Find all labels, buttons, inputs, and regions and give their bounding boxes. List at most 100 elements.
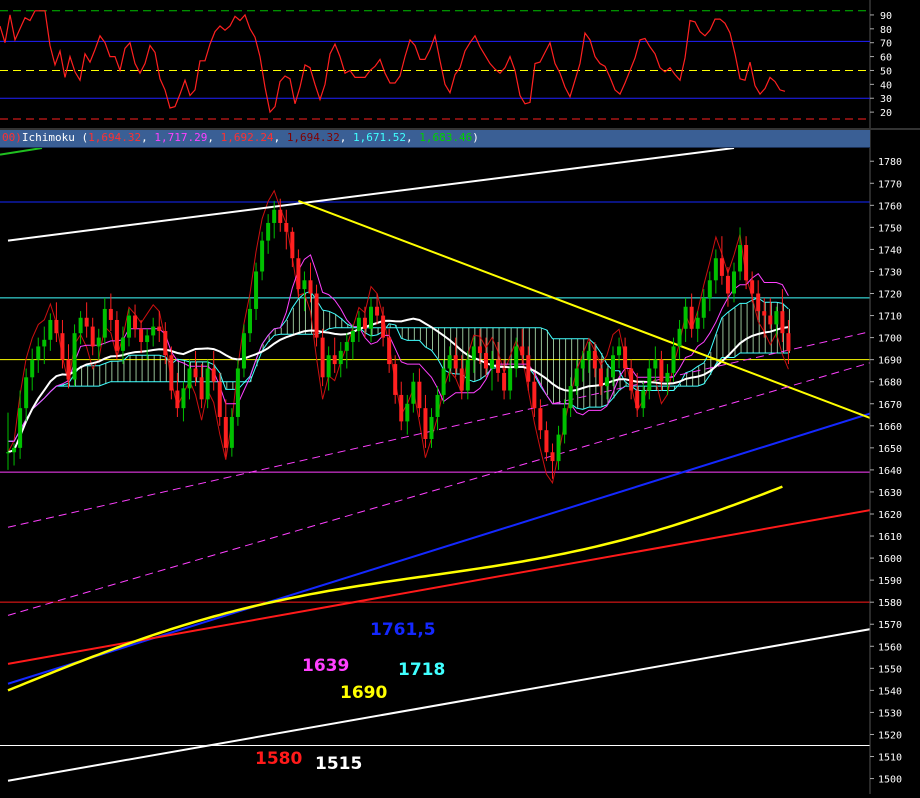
candle-body	[471, 346, 476, 360]
level-label: 1718	[398, 660, 445, 680]
candle-body	[774, 311, 779, 325]
candle-body	[496, 359, 501, 373]
oscillator-tick-label: 30	[880, 94, 892, 105]
candle-body	[284, 222, 289, 232]
price-tick-label: 1670	[878, 400, 902, 411]
trendline-blue	[7, 412, 870, 685]
candle-body	[338, 350, 343, 365]
level-label: 1515	[315, 754, 362, 774]
candle-body	[665, 372, 670, 382]
channel-magenta-lower	[7, 362, 870, 616]
price-tick-label: 1740	[878, 245, 902, 256]
header-value-6: 1,683.46	[419, 131, 473, 144]
ichimoku-span-b	[8, 327, 789, 442]
candle-body	[635, 390, 640, 409]
price-tick-label: 1770	[878, 179, 902, 190]
price-tick-label: 1530	[878, 708, 902, 719]
candle-body	[272, 209, 277, 223]
candle-body	[568, 386, 573, 409]
candle-body	[320, 337, 325, 378]
candle-body	[96, 337, 101, 347]
moving-average-white	[7, 317, 789, 454]
price-tick-label: 1730	[878, 267, 902, 278]
candle-body	[514, 346, 519, 369]
candle-body	[617, 346, 622, 356]
oscillator-series-line	[0, 10, 786, 114]
header-indicator-name: Ichimoku	[21, 131, 75, 144]
candle-body	[332, 355, 337, 365]
price-tick-label: 1630	[878, 488, 902, 499]
candle-body	[6, 452, 10, 454]
candle-body	[375, 306, 380, 316]
candle-body	[435, 394, 440, 417]
price-tick-label: 1700	[878, 334, 902, 345]
candle-body	[689, 306, 694, 329]
candle-body	[465, 359, 470, 391]
ichimoku-tenkan-line	[8, 254, 789, 442]
candle-body	[90, 326, 95, 347]
candle-body	[713, 258, 718, 281]
candle-body	[211, 368, 216, 382]
candle-body	[562, 408, 567, 435]
candle-body	[350, 330, 355, 343]
candle-body	[502, 372, 507, 391]
candle-body	[296, 258, 301, 290]
oscillator-tick-label: 80	[880, 25, 892, 36]
candle-body	[30, 359, 35, 378]
candle-body	[24, 377, 29, 409]
candle-body	[671, 346, 676, 373]
candle-body	[127, 315, 131, 338]
candle-body	[12, 447, 17, 453]
candle-body	[756, 293, 761, 312]
candle-body	[393, 364, 398, 395]
candle-body	[483, 353, 488, 369]
price-tick-label: 1560	[878, 642, 902, 653]
price-tick-label: 1620	[878, 510, 902, 521]
header-sep: ,	[273, 131, 287, 144]
candle-body	[108, 308, 113, 320]
candle-body	[441, 368, 446, 395]
header-value-1: 1,694.32	[88, 131, 142, 144]
header-sep: ,	[207, 131, 221, 144]
level-label: 1580	[255, 749, 302, 769]
level-label: 1761,5	[370, 620, 436, 640]
candle-body	[387, 337, 392, 365]
candle-body	[411, 381, 416, 404]
candle-body	[205, 368, 210, 400]
candle-body	[647, 368, 652, 391]
price-panel: 1780 1770 1760 1750 1740 1730 1720 1710 1700 1690…	[0, 130, 920, 794]
candle-body	[429, 416, 434, 440]
price-tick-label: 1640	[878, 466, 902, 477]
candle-body	[229, 416, 234, 448]
candle-body	[695, 317, 700, 329]
candle-body	[72, 333, 77, 380]
candle-body	[344, 342, 349, 351]
candle-body	[308, 280, 313, 294]
candle-body	[629, 368, 634, 391]
candle-body	[653, 359, 658, 369]
candle-body	[592, 350, 597, 369]
candle-body	[707, 280, 712, 298]
candle-body	[677, 328, 682, 347]
candle-body	[18, 408, 23, 448]
header-sep: ,	[141, 131, 155, 144]
candle-body	[36, 346, 41, 360]
candle-body	[114, 319, 119, 351]
candle-body	[725, 275, 730, 294]
price-tick-label: 1680	[878, 378, 902, 389]
candle-body	[598, 368, 603, 387]
header-sep: ,	[339, 131, 354, 144]
candle-body	[187, 368, 192, 389]
candle-body	[574, 368, 579, 387]
price-tick-label: 1720	[878, 290, 902, 301]
header-value-5: 1,671.52	[353, 131, 407, 144]
candle-body	[477, 346, 482, 354]
candle-body	[175, 390, 180, 409]
header-open-paren: (	[74, 131, 89, 144]
price-tick-label: 1550	[878, 664, 902, 675]
short-green-line	[0, 147, 43, 156]
candle-body	[417, 381, 422, 409]
candle-body	[356, 317, 361, 331]
price-chart: 1780 1770 1760 1750 1740 1730 1720 1710 1700 1690…	[0, 130, 902, 794]
candle-body	[369, 306, 373, 329]
